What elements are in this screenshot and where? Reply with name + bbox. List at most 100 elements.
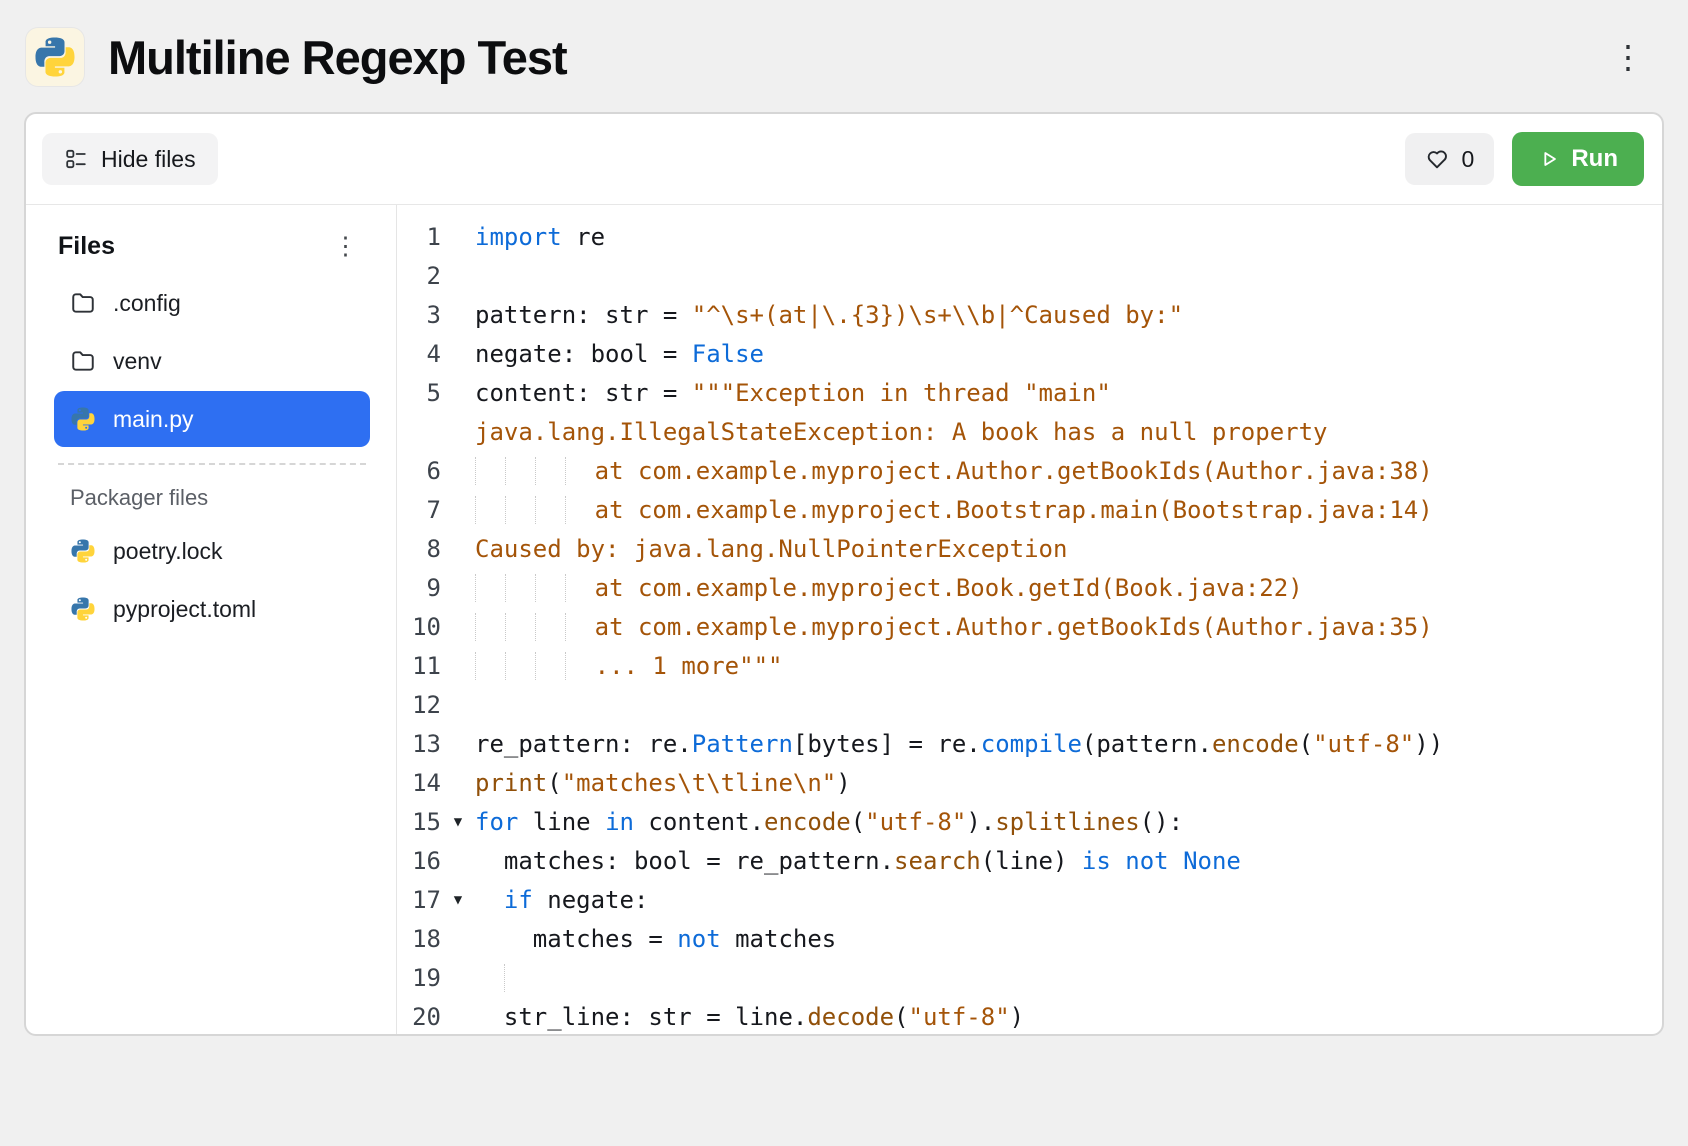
- line-number: 19: [397, 959, 441, 998]
- workspace-body: Files ⋮ .config venv main.py Packager file…: [26, 205, 1662, 1034]
- line-number: 8: [397, 530, 441, 569]
- toolbar: Hide files 0 Run: [26, 114, 1662, 205]
- folder-icon: [70, 348, 96, 374]
- play-icon: [1538, 148, 1560, 170]
- fold-arrow-icon[interactable]: ▼: [441, 803, 475, 842]
- code-line-text: at com.example.myproject.Author.getBookI…: [475, 452, 1662, 491]
- code-line: 16 matches: bool = re_pattern.search(lin…: [397, 842, 1662, 881]
- line-number: 15: [397, 803, 441, 842]
- likes-button[interactable]: 0: [1405, 133, 1495, 185]
- file-name: venv: [113, 348, 162, 375]
- run-label: Run: [1571, 145, 1618, 173]
- folder-icon: [70, 290, 96, 316]
- files-header: Files ⋮: [54, 227, 370, 273]
- file-name: .config: [113, 290, 181, 317]
- code-line-text: if negate:: [475, 881, 1662, 920]
- code-line: 12: [397, 686, 1662, 725]
- hide-files-button[interactable]: Hide files: [42, 133, 218, 185]
- code-line-text: ... 1 more""": [475, 647, 1662, 686]
- code-line-text: import re: [475, 218, 1662, 257]
- file-name: poetry.lock: [113, 538, 223, 565]
- code-line: 6 at com.example.myproject.Author.getBoo…: [397, 452, 1662, 491]
- code-line: 14 print("matches\t\tline\n"): [397, 764, 1662, 803]
- line-number: 6: [397, 452, 441, 491]
- code-line-text: [475, 959, 1662, 998]
- code-line-text: str_line: str = line.decode("utf-8"): [475, 998, 1662, 1034]
- line-number: 10: [397, 608, 441, 647]
- file-item-main.py[interactable]: main.py: [54, 391, 370, 447]
- code-line-text: print("matches\t\tline\n"): [475, 764, 1662, 803]
- code-line: 11 ... 1 more""": [397, 647, 1662, 686]
- packager-files-heading: Packager files: [54, 475, 370, 521]
- line-number: 18: [397, 920, 441, 959]
- line-number: 13: [397, 725, 441, 764]
- code-line-text: content: str = """Exception in thread "m…: [475, 374, 1662, 452]
- code-line: 18 matches = not matches: [397, 920, 1662, 959]
- line-number: 20: [397, 998, 441, 1034]
- code-line-text: pattern: str = "^\s+(at|\.{3})\s+\\b|^Ca…: [475, 296, 1662, 335]
- code-line: 5 content: str = """Exception in thread "…: [397, 374, 1662, 452]
- code-line-text: matches = not matches: [475, 920, 1662, 959]
- code-line: 10 at com.example.myproject.Author.getBo…: [397, 608, 1662, 647]
- code-line-text: at com.example.myproject.Author.getBookI…: [475, 608, 1662, 647]
- code-line: 15▼for line in content.encode("utf-8").s…: [397, 803, 1662, 842]
- python-logo-icon: [33, 35, 77, 79]
- line-number: 5: [397, 374, 441, 413]
- code-line-text: at com.example.myproject.Bootstrap.main(…: [475, 491, 1662, 530]
- file-item-poetry.lock[interactable]: poetry.lock: [54, 523, 370, 579]
- hide-files-label: Hide files: [101, 146, 196, 173]
- likes-count: 0: [1462, 146, 1475, 173]
- file-name: pyproject.toml: [113, 596, 256, 623]
- python-file-icon: [70, 406, 96, 432]
- code-line: 3 pattern: str = "^\s+(at|\.{3})\s+\\b|^C…: [397, 296, 1662, 335]
- app-header: Multiline Regexp Test ⋮: [0, 0, 1688, 112]
- code-line-text: for line in content.encode("utf-8").spli…: [475, 803, 1662, 842]
- line-number: 9: [397, 569, 441, 608]
- line-number: 11: [397, 647, 441, 686]
- file-list: .config venv main.py: [54, 275, 370, 447]
- line-number: 4: [397, 335, 441, 374]
- files-kebab-menu-icon[interactable]: ⋮: [327, 231, 364, 261]
- code-line-text: matches: bool = re_pattern.search(line) …: [475, 842, 1662, 881]
- packager-file-list: poetry.lock pyproject.toml: [54, 523, 370, 637]
- line-number: 14: [397, 764, 441, 803]
- file-item-venv[interactable]: venv: [54, 333, 370, 389]
- code-line: 4 negate: bool = False: [397, 335, 1662, 374]
- header-kebab-menu-icon[interactable]: ⋮: [1602, 41, 1654, 73]
- code-editor[interactable]: 1 import re 23 pattern: str = "^\s+(at|\.{3…: [397, 205, 1662, 1034]
- line-number: 3: [397, 296, 441, 335]
- python-file-icon: [70, 596, 96, 622]
- line-number: 16: [397, 842, 441, 881]
- file-name: main.py: [113, 406, 194, 433]
- file-item-.config[interactable]: .config: [54, 275, 370, 331]
- code-line: 17▼ if negate:: [397, 881, 1662, 920]
- code-line-text: re_pattern: re.Pattern[bytes] = re.compi…: [475, 725, 1662, 764]
- code-line-text: negate: bool = False: [475, 335, 1662, 374]
- code-line-text: at com.example.myproject.Book.getId(Book…: [475, 569, 1662, 608]
- code-line: 19: [397, 959, 1662, 998]
- code-line: 8 Caused by: java.lang.NullPointerExcepti…: [397, 530, 1662, 569]
- line-number: 1: [397, 218, 441, 257]
- workspace-card: Hide files 0 Run Files ⋮ .config venv main…: [24, 112, 1664, 1036]
- page-title: Multiline Regexp Test: [108, 30, 567, 85]
- app-root: Multiline Regexp Test ⋮ Hide files 0 Run…: [0, 0, 1688, 1036]
- code-lines: 1 import re 23 pattern: str = "^\s+(at|\.{3…: [397, 218, 1662, 1034]
- run-button[interactable]: Run: [1512, 132, 1644, 186]
- code-line: 13 re_pattern: re.Pattern[bytes] = re.com…: [397, 725, 1662, 764]
- file-item-pyproject.toml[interactable]: pyproject.toml: [54, 581, 370, 637]
- line-number: 7: [397, 491, 441, 530]
- code-line: 2: [397, 257, 1662, 296]
- code-line: 20 str_line: str = line.decode("utf-8"): [397, 998, 1662, 1034]
- code-line: 7 at com.example.myproject.Bootstrap.mai…: [397, 491, 1662, 530]
- files-panel-icon: [64, 147, 88, 171]
- files-sidebar: Files ⋮ .config venv main.py Packager file…: [26, 205, 397, 1034]
- code-line: 1 import re: [397, 218, 1662, 257]
- line-number: 17: [397, 881, 441, 920]
- line-number: 2: [397, 257, 441, 296]
- python-logo-badge: [26, 28, 84, 86]
- code-line-text: Caused by: java.lang.NullPointerExceptio…: [475, 530, 1662, 569]
- sidebar-divider: [58, 463, 366, 465]
- heart-icon: [1425, 147, 1449, 171]
- python-file-icon: [70, 538, 96, 564]
- fold-arrow-icon[interactable]: ▼: [441, 881, 475, 920]
